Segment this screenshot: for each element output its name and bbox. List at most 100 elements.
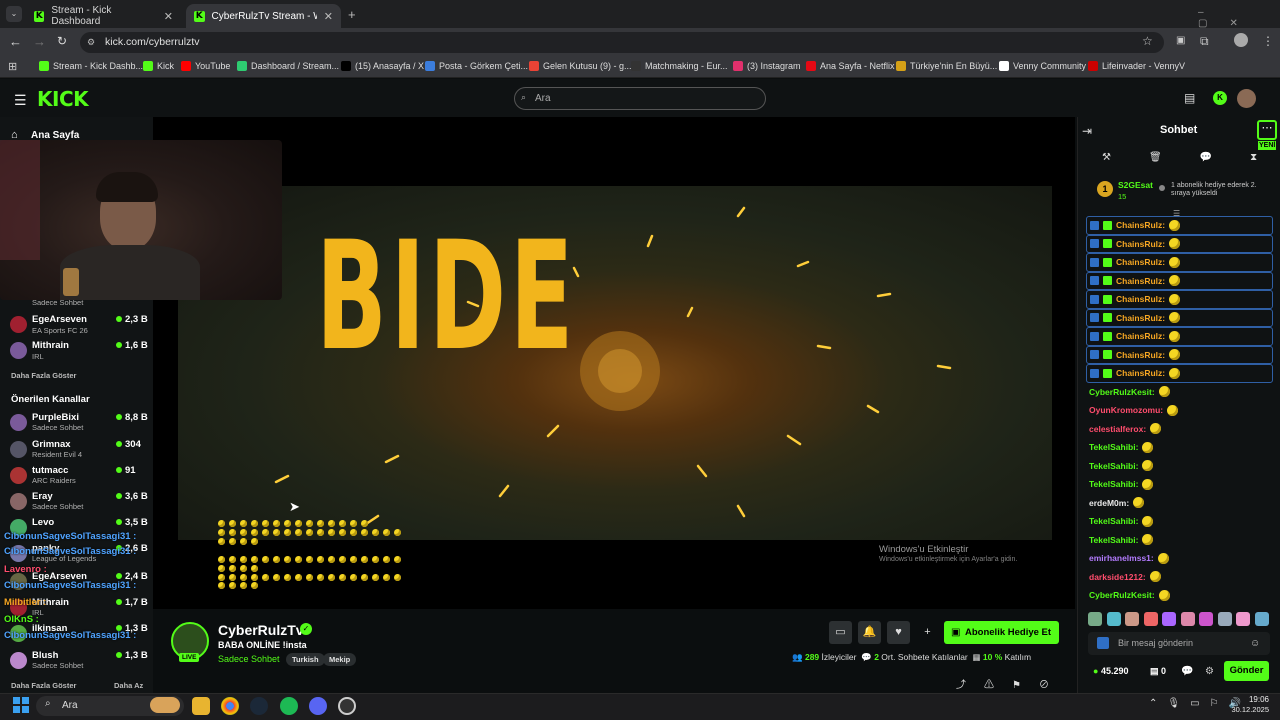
chat-username[interactable]: TekelSahibi: — [1089, 516, 1138, 526]
settings-gear-icon[interactable]: ⚙ — [1205, 666, 1214, 677]
notification-bell-icon[interactable]: 🔔 — [858, 621, 881, 644]
chat-input[interactable]: Bir mesaj gönderin — [1088, 632, 1270, 655]
forward-icon[interactable]: → — [33, 34, 46, 49]
close-tab-icon[interactable]: ✕ — [324, 10, 333, 23]
clock-date[interactable]: 30.12.2025 — [1229, 705, 1269, 714]
channel-name[interactable]: CyberRulzTv — [218, 622, 304, 638]
hamburger-menu-icon[interactable]: ☰ — [14, 92, 27, 109]
channel-points[interactable]: ● 45.290 — [1093, 666, 1128, 676]
collapse-chat-icon[interactable]: ⇥ — [1082, 124, 1092, 138]
new-tab-icon[interactable]: + — [348, 7, 356, 22]
follow-heart-icon[interactable]: ♥ — [887, 621, 910, 644]
widget-icon[interactable] — [150, 697, 180, 713]
chat-emote-icon[interactable] — [1217, 612, 1232, 626]
channel-actions[interactable]: ⤴⚠⚑⊘ — [956, 676, 1067, 691]
profile-avatar[interactable] — [1234, 33, 1248, 47]
discord-icon[interactable] — [309, 697, 327, 715]
channel-avatar[interactable] — [10, 467, 27, 484]
chat-username[interactable]: OyunKromozomu: — [1089, 405, 1163, 415]
chat-emote-icon[interactable] — [1199, 612, 1213, 626]
dashboard-icon[interactable]: ▤ — [1184, 91, 1195, 105]
windows-start-icon[interactable] — [13, 697, 29, 713]
sidebar-channel-name[interactable]: EgeArseven — [32, 314, 87, 325]
bookmark-item[interactable]: Stream - Kick Dashb... — [39, 61, 143, 71]
channel-avatar[interactable] — [10, 652, 27, 669]
file-explorer-icon[interactable] — [192, 697, 210, 715]
chat-emote-icon[interactable] — [1254, 612, 1269, 626]
chat-username[interactable]: emirhanelmss1: — [1089, 553, 1154, 563]
bookmark-item[interactable]: Venny Community — [999, 61, 1086, 71]
chat-username[interactable]: TekelSahibi: — [1089, 461, 1138, 471]
chat-username[interactable]: CyberRulzKesit: — [1089, 590, 1155, 600]
chat-username[interactable]: ChainsRulz: — [1116, 276, 1165, 286]
chat-emote-icon[interactable] — [1143, 612, 1158, 626]
chat-emote-icon[interactable] — [1162, 612, 1176, 626]
chat-username[interactable]: ChainsRulz: — [1116, 313, 1165, 323]
kick-points-icon[interactable]: K — [1213, 91, 1227, 105]
chat-username[interactable]: ChainsRulz: — [1116, 257, 1165, 267]
url-field[interactable]: kick.com/cyberrulztv — [80, 32, 1164, 53]
pinned-user[interactable]: S2GEsat — [1118, 180, 1153, 190]
clip-icon[interactable]: ▭ — [829, 621, 852, 644]
sidebar-channel-name[interactable]: Eray — [32, 491, 53, 502]
chat-username[interactable]: darkside1212: — [1089, 572, 1146, 582]
show-more-link[interactable]: Daha Fazla Göster — [11, 371, 76, 380]
back-icon[interactable]: ← — [9, 34, 22, 49]
media-icon[interactable]: ▣ — [1176, 35, 1185, 46]
tab-cyberrulztv[interactable]: K CyberRulzTv Stream - Watch Live ✕ — [186, 4, 341, 28]
window-controls[interactable]: –▢✕ — [1198, 7, 1280, 29]
chat-username[interactable]: ChainsRulz: — [1116, 350, 1165, 360]
obs-icon[interactable] — [338, 697, 356, 715]
bookmark-star-icon[interactable]: ☆ — [1142, 34, 1153, 48]
chat-bubble-icon[interactable]: 💬 — [1181, 666, 1193, 677]
tag-turkish[interactable]: Turkish — [286, 653, 325, 666]
bookmark-item[interactable]: Gelen Kutusu (9) - g... — [529, 61, 632, 71]
chat-username[interactable]: erdeM0m: — [1089, 498, 1129, 508]
add-icon[interactable]: + — [916, 621, 939, 644]
stream-category[interactable]: Sadece Sohbet — [218, 654, 280, 664]
extensions-icon[interactable]: ⧉ — [1200, 34, 1209, 49]
predictions-count[interactable]: ▤ 0 — [1150, 666, 1166, 677]
chat-emote-icon[interactable] — [1125, 612, 1139, 626]
site-info-icon[interactable]: ⚙ — [87, 37, 95, 48]
emote-bar[interactable] — [1088, 612, 1270, 627]
bookmark-item[interactable]: Kick — [143, 61, 174, 71]
chat-username[interactable]: ChainsRulz: — [1116, 294, 1165, 304]
sidebar-channel-name[interactable]: Levo — [32, 517, 54, 528]
sidebar-channel-name[interactable]: Blush — [32, 650, 58, 661]
channel-avatar[interactable] — [10, 493, 27, 510]
chat-username[interactable]: ChainsRulz: — [1116, 331, 1165, 341]
bookmark-item[interactable]: Türkiye'nin En Büyü... — [896, 61, 997, 71]
bookmark-item[interactable]: Lifeinvader - VennyV — [1088, 61, 1185, 71]
chat-username[interactable]: TekelSahibi: — [1089, 479, 1138, 489]
clock-time[interactable]: 19:06 — [1239, 695, 1269, 704]
bookmark-item[interactable]: YouTube — [181, 61, 230, 71]
bookmark-item[interactable]: Ana Sayfa - Netflix — [806, 61, 895, 71]
bookmark-item[interactable]: Dashboard / Stream... — [237, 61, 339, 71]
chat-username[interactable]: ChainsRulz: — [1116, 220, 1165, 230]
chat-username[interactable]: celestialferox: — [1089, 424, 1146, 434]
sidebar-channel-name[interactable]: Mithrain — [32, 340, 69, 351]
chat-username[interactable]: ChainsRulz: — [1116, 368, 1165, 378]
sidebar-channel-name[interactable]: Grimnax — [32, 439, 71, 450]
chat-menu-icon[interactable]: ⋯ — [1257, 120, 1277, 140]
moderation-toolbar[interactable]: ⚒🗑💬⧗ — [1102, 152, 1280, 163]
tab-search-icon[interactable]: ⌄ — [6, 6, 22, 22]
show-more-link[interactable]: Daha Fazla Göster — [11, 681, 76, 690]
sidebar-channel-name[interactable]: tutmacc — [32, 465, 68, 476]
bookmark-item[interactable]: (3) Instagram — [733, 61, 801, 71]
chat-emote-icon[interactable] — [1180, 612, 1195, 626]
chat-emote-icon[interactable] — [1106, 612, 1121, 626]
chat-emote-icon[interactable] — [1088, 612, 1102, 626]
chat-username[interactable]: CyberRulzKesit: — [1089, 387, 1155, 397]
chat-emote-icon[interactable] — [1236, 612, 1250, 626]
close-tab-icon[interactable]: ✕ — [164, 10, 173, 23]
reload-icon[interactable]: ↻ — [57, 34, 67, 48]
channel-avatar[interactable] — [10, 316, 27, 333]
emoji-picker-icon[interactable]: ☺ — [1250, 638, 1260, 649]
menu-dots-icon[interactable]: ⋮ — [1262, 34, 1274, 48]
channel-avatar[interactable] — [10, 441, 27, 458]
chrome-icon[interactable] — [221, 697, 239, 715]
bookmark-item[interactable]: Matchmaking - Eur... — [631, 61, 728, 71]
channel-avatar[interactable] — [10, 342, 27, 359]
